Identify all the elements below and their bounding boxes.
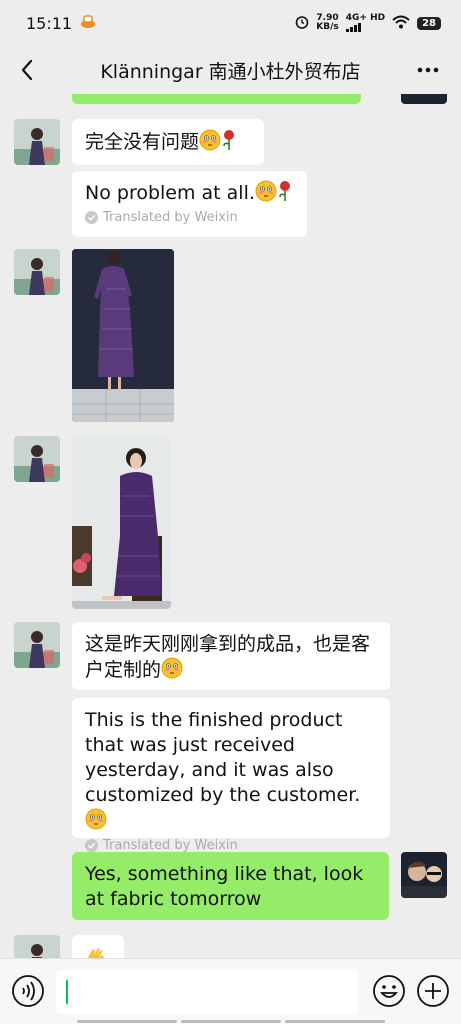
chat-messages[interactable]: 完全没有问题 No problem at all. Translated by …: [0, 94, 461, 958]
image-message-woman-in-dress[interactable]: [72, 436, 171, 609]
translation-bubble[interactable]: No problem at all. Translated by Weixin: [72, 171, 307, 237]
previous-sent-bubble[interactable]: [72, 94, 361, 104]
speed-unit: KB/s: [316, 22, 339, 32]
translation-bubble[interactable]: This is the finished product that was ju…: [72, 698, 390, 853]
flushed-face-emoji-icon: [85, 808, 107, 834]
rose-emoji-icon: [221, 129, 237, 155]
message-bubble[interactable]: 这是昨天刚刚拿到的成品，也是客户定制的: [72, 622, 390, 690]
message-text: Yes, something like that, look at fabric…: [85, 863, 364, 910]
check-icon: [85, 839, 98, 852]
message-bubble[interactable]: [72, 935, 124, 958]
translation-label: Translated by Weixin: [103, 210, 238, 225]
message-text: 完全没有问题: [85, 131, 200, 153]
my-avatar[interactable]: [401, 852, 447, 898]
image-message-dress[interactable]: [72, 249, 174, 422]
contact-avatar[interactable]: [14, 119, 60, 165]
contact-avatar[interactable]: [14, 622, 60, 668]
signal-indicator: 4G+ HD: [345, 13, 386, 32]
message-text: 这是昨天刚刚拿到的成品，也是客户定制的: [85, 633, 371, 681]
contact-avatar[interactable]: [14, 249, 60, 295]
contact-avatar[interactable]: [14, 436, 60, 482]
flushed-face-emoji-icon: [255, 180, 277, 206]
chat-header: Klänningar 南通小杜外贸布店: [0, 46, 461, 94]
message-bubble[interactable]: 完全没有问题: [72, 119, 264, 165]
flushed-face-emoji-icon: [161, 657, 183, 683]
text-cursor: [66, 980, 68, 1004]
input-bar: [0, 958, 461, 1024]
alarm-icon: [295, 15, 309, 32]
translated-text: This is the finished product that was ju…: [85, 709, 361, 806]
my-avatar[interactable]: [401, 94, 447, 104]
emoji-picker-icon[interactable]: [372, 974, 406, 1008]
voice-input-icon[interactable]: [11, 974, 45, 1008]
contact-avatar[interactable]: [14, 935, 60, 958]
status-bar: 15:11 7.90 KB/s 4G+ HD 28: [0, 0, 461, 46]
wifi-icon: [392, 15, 410, 32]
signal-icon: [345, 23, 361, 32]
chat-title: Klänningar 南通小杜外贸布店: [100, 60, 361, 83]
check-icon: [85, 211, 98, 224]
sent-message-bubble[interactable]: Yes, something like that, look at fabric…: [72, 852, 389, 920]
more-options-icon[interactable]: [413, 56, 443, 84]
translation-note: Translated by Weixin: [85, 838, 377, 853]
network-type: 4G+ HD: [345, 13, 386, 23]
more-functions-plus-icon[interactable]: [416, 974, 450, 1008]
battery-icon: 28: [417, 16, 441, 30]
notification-icon: [80, 13, 96, 33]
navigation-gesture-bar: [0, 1020, 461, 1024]
flushed-face-emoji-icon: [199, 129, 221, 155]
rose-emoji-icon: [277, 180, 293, 206]
back-arrow-icon[interactable]: [14, 56, 42, 84]
translation-label: Translated by Weixin: [103, 838, 238, 853]
translation-note: Translated by Weixin: [85, 210, 294, 225]
translated-text: No problem at all.: [85, 182, 255, 204]
message-input[interactable]: [56, 970, 358, 1014]
network-speed: 7.90 KB/s: [316, 14, 338, 32]
status-time: 15:11: [26, 13, 73, 33]
